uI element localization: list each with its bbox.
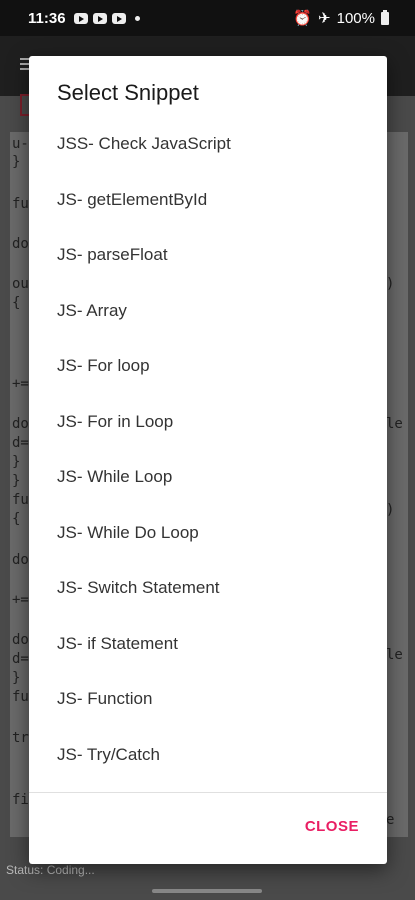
- code-line: le: [386, 416, 403, 432]
- gesture-nav-handle[interactable]: [152, 889, 262, 893]
- snippet-item-while-loop[interactable]: JS- While Loop: [29, 449, 387, 505]
- snippet-item-for-in-loop[interactable]: JS- For in Loop: [29, 394, 387, 450]
- snippet-item-switch-statement[interactable]: JS- Switch Statement: [29, 560, 387, 616]
- snippet-item-for-loop[interactable]: JS- For loop: [29, 338, 387, 394]
- code-line: le: [386, 647, 403, 663]
- snippet-item-try-catch[interactable]: JS- Try/Catch: [29, 727, 387, 783]
- system-icons: ⏰ ✈ 100%: [293, 9, 389, 27]
- code-line: {: [12, 295, 21, 311]
- code-line: ou: [12, 276, 29, 292]
- code-line: fi: [12, 792, 29, 808]
- code-line: d=: [12, 435, 29, 451]
- more-notifications-dot-icon: [134, 15, 140, 21]
- alarm-icon: ⏰: [293, 10, 313, 27]
- close-button[interactable]: CLOSE: [305, 818, 359, 835]
- code-line: e: [386, 812, 395, 828]
- snippet-item-check-javascript[interactable]: JSS- Check JavaScript: [29, 116, 387, 172]
- snippet-list: JSS- Check JavaScript JS- getElementById…: [29, 116, 387, 782]
- code-line: fu: [12, 492, 29, 508]
- code-line: {: [12, 511, 21, 527]
- status-time: 11:36: [28, 9, 66, 27]
- airplane-icon: ✈: [318, 10, 331, 27]
- select-snippet-dialog: Select Snippet JSS- Check JavaScript JS-…: [29, 56, 387, 864]
- dialog-title: Select Snippet: [57, 80, 199, 105]
- code-line: }: [12, 454, 21, 470]
- youtube-icon: [73, 12, 88, 24]
- code-line: fu: [12, 689, 29, 705]
- dialog-divider: [29, 792, 387, 793]
- code-line: ): [386, 502, 395, 518]
- youtube-icon: [92, 12, 107, 24]
- code-line: d=: [12, 651, 29, 667]
- code-line: fu: [12, 196, 29, 212]
- code-line: do: [12, 552, 29, 568]
- snippet-item-parsefloat[interactable]: JS- parseFloat: [29, 227, 387, 283]
- code-line: do: [12, 632, 29, 648]
- snippet-item-while-do-loop[interactable]: JS- While Do Loop: [29, 505, 387, 561]
- battery-text: 100%: [336, 9, 375, 27]
- code-line: ): [386, 276, 395, 292]
- code-line: }: [12, 154, 21, 170]
- code-line: tr: [12, 730, 29, 746]
- code-line: +=: [12, 592, 29, 608]
- snippet-item-getelementbyid[interactable]: JS- getElementById: [29, 172, 387, 228]
- notification-icons: [73, 12, 140, 24]
- code-line: do: [12, 416, 29, 432]
- app-status-text: Status: Coding...: [6, 863, 95, 877]
- code-line: }: [12, 473, 21, 489]
- snippet-item-array[interactable]: JS- Array: [29, 283, 387, 339]
- battery-icon: [381, 9, 389, 25]
- code-line: u-: [12, 136, 29, 152]
- snippet-item-function[interactable]: JS- Function: [29, 671, 387, 727]
- code-line: +=: [12, 376, 29, 392]
- snippet-item-if-statement[interactable]: JS- if Statement: [29, 616, 387, 672]
- youtube-icon: [111, 12, 126, 24]
- status-bar: 11:36 ⏰ ✈ 100%: [0, 0, 415, 36]
- code-line: }: [12, 670, 21, 686]
- code-line: do: [12, 236, 29, 252]
